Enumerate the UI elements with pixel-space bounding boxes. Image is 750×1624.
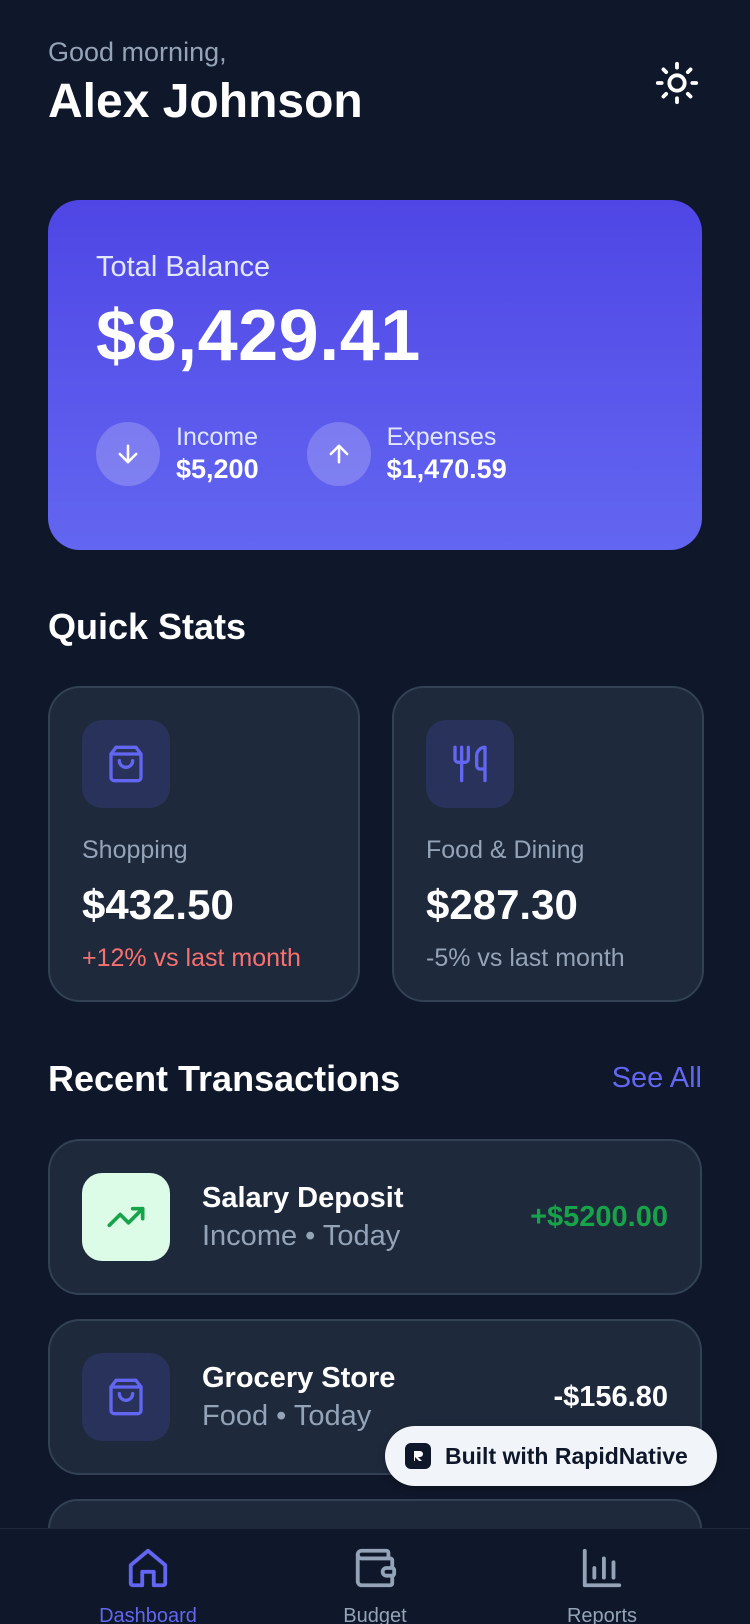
theme-toggle-button[interactable]	[652, 60, 702, 110]
wallet-icon	[352, 1545, 398, 1596]
rapidnative-logo-icon	[405, 1443, 431, 1469]
tab-label: Dashboard	[99, 1605, 197, 1624]
stat-card-shopping[interactable]: Shopping $432.50 +12% vs last month	[48, 686, 360, 1002]
balance-amount: $8,429.41	[96, 296, 421, 376]
balance-flows: Income $5,200 Expenses $1,470.59	[96, 422, 654, 486]
tab-budget[interactable]: Budget	[275, 1529, 475, 1624]
transaction-name: Grocery Store	[202, 1362, 396, 1394]
tab-label: Budget	[343, 1605, 407, 1624]
recent-transactions-title: Recent Transactions	[48, 1058, 401, 1099]
see-all-link[interactable]: See All	[612, 1058, 702, 1098]
utensils-icon	[426, 720, 514, 808]
stat-label: Food & Dining	[426, 836, 585, 864]
transaction-name: Salary Deposit	[202, 1182, 404, 1214]
stat-change: -5% vs last month	[426, 944, 625, 972]
rapidnative-badge[interactable]: Built with RapidNative	[385, 1426, 717, 1486]
expenses-label: Expenses	[386, 423, 497, 451]
home-icon	[125, 1545, 171, 1596]
shopping-bag-icon	[82, 1353, 170, 1441]
income-label: Income	[176, 423, 258, 451]
expenses-value: $1,470.59	[386, 454, 507, 484]
stat-value: $287.30	[426, 881, 578, 928]
trending-up-icon	[82, 1173, 170, 1261]
tab-label: Reports	[566, 1605, 638, 1624]
transaction-amount: +$5200.00	[530, 1200, 668, 1233]
user-name: Alex Johnson	[48, 75, 363, 128]
quick-stats-title: Quick Stats	[48, 606, 247, 647]
arrow-down-icon	[96, 422, 160, 486]
stat-label: Shopping	[82, 836, 188, 864]
stat-change: +12% vs last month	[82, 944, 301, 972]
sun-icon	[654, 60, 700, 111]
transaction-meta: Income • Today	[202, 1220, 401, 1252]
expenses-summary: Expenses $1,470.59	[306, 422, 507, 486]
tab-dashboard[interactable]: Dashboard	[48, 1529, 248, 1624]
transaction-amount: -$156.80	[553, 1380, 669, 1413]
bottom-tab-bar: Dashboard Budget Reports	[0, 1528, 750, 1624]
header: Good morning, Alex Johnson	[48, 34, 702, 144]
bar-chart-icon	[579, 1545, 625, 1596]
balance-label: Total Balance	[96, 251, 271, 283]
tab-reports[interactable]: Reports	[502, 1529, 702, 1624]
arrow-up-icon	[306, 422, 371, 486]
rapidnative-badge-text: Built with RapidNative	[445, 1442, 688, 1469]
transaction-row[interactable]: Salary Deposit Income • Today +$5200.00	[48, 1139, 702, 1295]
stat-value: $432.50	[82, 881, 234, 928]
balance-card: Total Balance $8,429.41 Income $5,200 Ex…	[48, 200, 702, 550]
greeting-text: Good morning,	[48, 37, 227, 67]
stat-card-food[interactable]: Food & Dining $287.30 -5% vs last month	[392, 686, 704, 1002]
income-summary: Income $5,200	[96, 422, 259, 486]
shopping-bag-icon	[82, 720, 170, 808]
income-value: $5,200	[176, 454, 259, 484]
